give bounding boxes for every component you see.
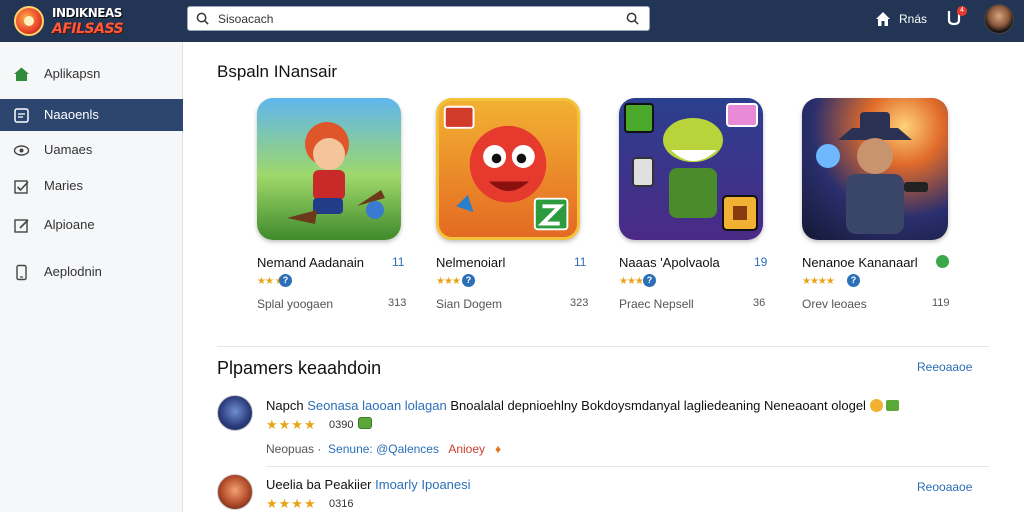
app-number: 36: [753, 297, 766, 309]
search-bar[interactable]: Sisoacach: [187, 6, 650, 31]
review-meta: Neopuas · Senune: @Qalences Anioey ♦: [266, 442, 501, 456]
app-subtitle: Praec Nepsell: [619, 297, 694, 311]
edit-icon: [14, 219, 29, 233]
sidebar-item-active[interactable]: Naaoenls: [0, 99, 183, 131]
app-number: 119: [932, 297, 950, 309]
sidebar-item-phone[interactable]: Aeplodnin: [0, 256, 183, 288]
reviewer-name[interactable]: Napch: [266, 398, 304, 413]
review-item: Ueelia ba Peakiier Imoarly Ipoanesi ★★★★…: [217, 474, 987, 512]
top-bar: INDIKNEAS AFILSASS Sisoacach Rnás 4: [0, 0, 1024, 42]
reviewer-name[interactable]: Ueelia ba Peakiier: [266, 477, 372, 492]
reviewer-avatar[interactable]: [217, 474, 253, 510]
sidebar-item-label: Aeplodnin: [44, 264, 102, 279]
sidebar-item-check[interactable]: Maries: [0, 170, 183, 202]
app-count: 19: [754, 255, 768, 269]
check-box-icon: [14, 180, 29, 194]
app-subtitle: Sian Dogem: [436, 297, 503, 311]
app-subtitle: Orev leoaes: [802, 297, 867, 311]
sidebar-item-label: Maries: [44, 178, 84, 193]
home-icon[interactable]: [874, 10, 892, 28]
app-count: 11: [574, 255, 587, 269]
app-thumbnail-image[interactable]: [802, 98, 948, 240]
notification-badge: 4: [957, 6, 967, 16]
chip-icon: [886, 400, 900, 411]
sidebar-item-eye[interactable]: Uamaes: [0, 134, 183, 166]
verified-badge-icon: ?: [279, 274, 292, 287]
verified-badge-icon: ?: [462, 274, 475, 287]
home-icon: [14, 67, 29, 81]
sidebar-item-label: Uamaes: [44, 142, 93, 157]
see-all-link[interactable]: Reooaaoe: [917, 480, 972, 494]
phone-icon: [16, 264, 27, 281]
review-body: Bnoalalal depnioehlny Bokdoysmdanyal lag…: [450, 398, 866, 413]
app-name: Nemand Aadanain: [257, 255, 364, 270]
app-logo[interactable]: INDIKNEAS AFILSASS: [12, 3, 148, 39]
review-stars: ★★★★: [266, 496, 317, 511]
app-card[interactable]: Naaas 'Apolvaola 19 ★★★ ? Praec Nepsell …: [619, 98, 779, 328]
app-rating-stars: ★★★: [436, 276, 461, 287]
app-status-icon: [936, 255, 949, 268]
app-card[interactable]: Nenanoe Kananaarl ★★★★ ? Orev leoaes 119: [802, 98, 962, 328]
review-chip-icon: [358, 417, 372, 429]
review-highlight: Seonasa laooan lolagan: [307, 398, 447, 413]
list-icon: [14, 108, 29, 123]
app-thumbnail-image[interactable]: [436, 98, 580, 240]
sidebar: Aplikapsn Naaoenls Uamaes Maries Alpioan…: [0, 42, 183, 512]
review-source-link[interactable]: Senune: @Qalences: [328, 442, 439, 456]
review-divider: [266, 466, 989, 467]
app-name: Naaas 'Apolvaola: [619, 255, 720, 270]
review-text: Napch Seonasa laooan lolagan Bnoalalal d…: [266, 398, 900, 413]
review-tag[interactable]: Anioey: [448, 442, 485, 456]
search-icon: [196, 12, 209, 25]
sidebar-item-label: Aplikapsn: [44, 66, 101, 81]
review-meta-label: Neopuas ·: [266, 442, 322, 456]
app-thumbnail-image[interactable]: [619, 98, 763, 240]
review-score: 0316: [329, 498, 354, 510]
featured-section-title: Bspaln INansair: [217, 62, 338, 81]
user-avatar[interactable]: [984, 4, 1014, 34]
app-number: 313: [388, 297, 407, 309]
verified-badge-icon: ?: [643, 274, 656, 287]
sidebar-item-home[interactable]: Aplikapsn: [0, 58, 183, 90]
app-subtitle: Splal yoogaen: [257, 297, 334, 311]
app-number: 323: [570, 297, 589, 309]
app-rating-stars: ★★★: [619, 276, 644, 287]
reviews-section-title: Plpamers keaahdoin: [217, 358, 382, 378]
section-divider: [217, 346, 989, 347]
search-submit-icon[interactable]: [626, 12, 639, 25]
app-name: Nelmenoiarl: [436, 255, 506, 270]
reviewer-avatar[interactable]: [217, 395, 253, 431]
home-link[interactable]: Rnás: [899, 12, 927, 26]
sidebar-item-label: Alpioane: [44, 217, 95, 232]
review-stars: ★★★★: [266, 417, 317, 432]
search-input[interactable]: Sisoacach: [218, 12, 273, 26]
review-highlight: Imoarly Ipoanesi: [375, 477, 471, 492]
app-card[interactable]: Nelmenoiarl 11 ★★★ ? Sian Dogem 323: [436, 98, 596, 328]
app-name: Nenanoe Kananaarl: [802, 255, 918, 270]
review-score: 0390: [329, 419, 354, 431]
logo-mark-icon: [14, 6, 44, 36]
review-item: Napch Seonasa laooan lolagan Bnoalalal d…: [217, 395, 987, 465]
app-card[interactable]: Nemand Aadanain 11 ★★ ★ ? Splal yoogaen …: [257, 98, 417, 328]
review-text: Ueelia ba Peakiier Imoarly Ipoanesi: [266, 477, 471, 492]
emoji-icon: [869, 399, 883, 412]
sidebar-item-edit[interactable]: Alpioane: [0, 209, 183, 241]
sidebar-item-label: Naaoenls: [44, 107, 99, 122]
app-rating-stars: ★★★★: [802, 276, 835, 287]
eye-icon: [13, 145, 30, 156]
verified-badge-icon: ?: [847, 274, 860, 287]
app-thumbnail-image[interactable]: [257, 98, 401, 240]
logo-text-line2: AFILSASS: [52, 21, 124, 37]
app-count: 11: [392, 255, 405, 269]
flame-icon: ♦: [495, 442, 502, 456]
see-all-link[interactable]: Reeoaaoe: [917, 360, 972, 374]
logo-text-line1: INDIKNEAS: [52, 6, 122, 20]
